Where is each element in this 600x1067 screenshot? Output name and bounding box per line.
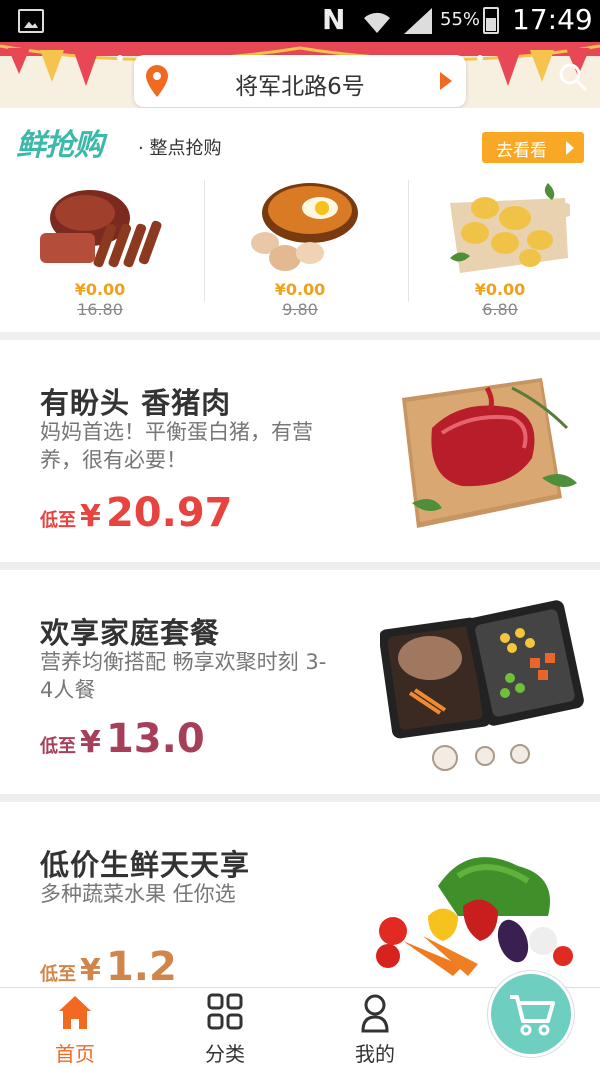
- flash-item[interactable]: ¥0.00 9.80: [200, 178, 400, 328]
- header: 将军北路6号: [0, 42, 600, 108]
- flash-item-original-price: 9.80: [282, 300, 318, 319]
- price-prefix: 低至: [40, 510, 76, 531]
- price-prefix: 低至: [40, 964, 76, 985]
- vegetables-image: [376, 857, 573, 976]
- location-text: 将军北路6号: [235, 74, 365, 100]
- nav-profile-label: 我的: [355, 1042, 395, 1066]
- promo-description: 妈妈首选！平衡蛋白猪，有营养，很有必要！: [40, 420, 313, 472]
- user-icon: [361, 994, 389, 1033]
- see-more-button[interactable]: 去看看: [482, 132, 584, 163]
- currency-symbol: ¥: [80, 725, 101, 760]
- promo-card[interactable]: 有盼头 香猪肉 妈妈首选！平衡蛋白猪，有营养，很有必要！ 低至 ¥ 20.97: [0, 340, 600, 562]
- cart-button[interactable]: [488, 971, 574, 1057]
- price-value: 1.2: [105, 944, 177, 987]
- promo-description: 营养均衡搭配 畅享欢聚时刻 3-4人餐: [40, 650, 327, 702]
- meat-image: [40, 190, 162, 268]
- cart-icon: [510, 995, 555, 1036]
- flash-item-original-price: 6.80: [482, 300, 518, 319]
- nav-home-label: 首页: [55, 1042, 95, 1066]
- battery-percent: 55%: [440, 9, 481, 30]
- pork-image: [402, 378, 577, 528]
- currency-symbol: ¥: [80, 953, 101, 987]
- nav-category-label: 分类: [205, 1042, 245, 1066]
- grid-icon: [207, 993, 243, 1030]
- chevron-right-icon: [440, 72, 452, 90]
- price-value: 20.97: [105, 490, 233, 536]
- flash-sale-section: 鲜抢购 · 整点抢购 去看看 ¥0.00 16.80 ¥0.00 9.80 ¥0…: [0, 108, 600, 332]
- nav-profile[interactable]: 我的: [300, 988, 450, 1067]
- flash-item-price: ¥0.00: [74, 280, 126, 299]
- location-selector[interactable]: 将军北路6号: [134, 55, 466, 107]
- flash-item-original-price: 16.80: [77, 300, 123, 319]
- promo-price: 低至 ¥ 1.2: [40, 944, 177, 987]
- meal-box-image: [380, 600, 584, 771]
- gallery-icon: [18, 9, 44, 33]
- flash-sale-logo: 鲜抢购: [16, 128, 104, 163]
- status-bar: N 55% 17:49: [0, 0, 600, 42]
- flash-item-price: ¥0.00: [274, 280, 326, 299]
- promo-description: 多种蔬菜水果 任你选: [40, 882, 236, 906]
- flash-item-price: ¥0.00: [474, 280, 526, 299]
- battery-icon: [483, 7, 499, 34]
- price-prefix: 低至: [40, 736, 76, 757]
- currency-symbol: ¥: [80, 499, 101, 534]
- nav-category[interactable]: 分类: [150, 988, 300, 1067]
- potatoes-image: [450, 183, 570, 273]
- home-icon: [59, 996, 91, 1029]
- flash-sale-subtitle: · 整点抢购: [138, 138, 222, 159]
- promo-title: 低价生鲜天天享: [40, 848, 251, 882]
- promo-title: 欢享家庭套餐: [40, 616, 221, 650]
- carrier-icon: N: [322, 3, 346, 36]
- promo-title: 有盼头 香猪肉: [40, 386, 232, 420]
- clock: 17:49: [512, 3, 593, 36]
- flash-item[interactable]: ¥0.00 16.80: [0, 178, 200, 328]
- promo-card[interactable]: 低价生鲜天天享 多种蔬菜水果 任你选 低至 ¥ 1.2: [0, 802, 600, 987]
- promo-price: 低至 ¥ 20.97: [40, 490, 233, 536]
- nav-home[interactable]: 首页: [0, 988, 150, 1067]
- eggs-image: [251, 183, 358, 271]
- promo-price: 低至 ¥ 13.0: [40, 716, 205, 762]
- promo-card[interactable]: 欢享家庭套餐 营养均衡搭配 畅享欢聚时刻 3-4人餐 低至 ¥ 13.0: [0, 570, 600, 794]
- flash-item[interactable]: ¥0.00 6.80: [400, 178, 600, 328]
- signal-icon: [404, 8, 432, 34]
- search-icon[interactable]: [558, 62, 588, 92]
- wifi-icon: [364, 12, 390, 34]
- price-value: 13.0: [105, 716, 205, 762]
